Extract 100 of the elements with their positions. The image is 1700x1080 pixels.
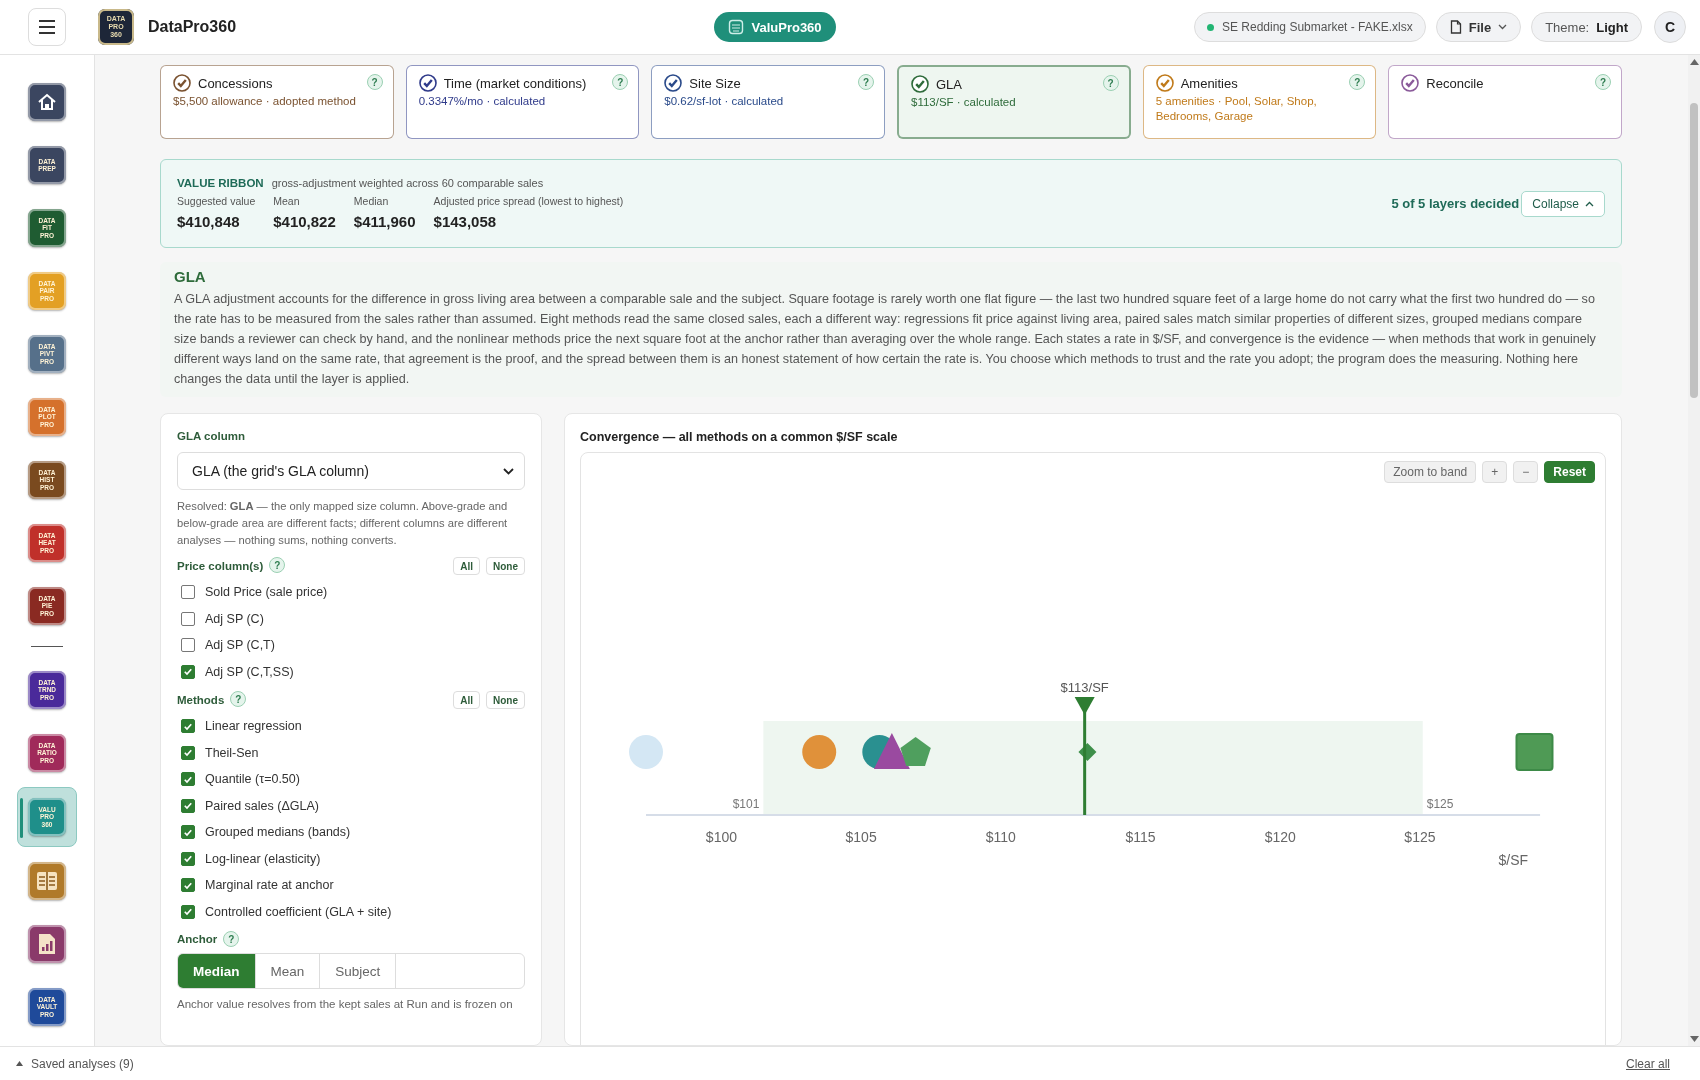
checkbox-label: Adj SP (C,T,SS)	[205, 664, 294, 679]
user-avatar[interactable]: C	[1654, 11, 1686, 43]
scroll-down-icon[interactable]	[1689, 1036, 1699, 1042]
column-select[interactable]: GLA (the grid's GLA column)	[177, 452, 525, 490]
file-menu-button[interactable]: File	[1435, 12, 1522, 42]
layer-title: GLA	[936, 76, 963, 92]
help-icon[interactable]: ?	[269, 557, 286, 573]
scroll-thumb[interactable]	[1690, 103, 1698, 398]
stat-label: Median	[353, 195, 390, 207]
checkbox[interactable]	[181, 904, 195, 919]
select-all-button[interactable]: All	[453, 691, 480, 709]
checkbox[interactable]	[181, 798, 195, 813]
checkbox-label: Quantile (τ=0.50)	[205, 772, 300, 787]
stat-value: $143,058	[433, 213, 498, 230]
layer-card[interactable]: Site Size ? $0.62/sf-lot · calculated	[651, 65, 885, 139]
checkbox[interactable]	[181, 745, 195, 760]
module-icon	[728, 19, 745, 35]
select-all-button[interactable]: All	[453, 557, 480, 575]
checkbox[interactable]	[181, 638, 195, 653]
resolved-note: Resolved: GLA — the only mapped size column. Above-grade and below-grade area are different facts; different columns are different analyses — nothing sums, nothing converts.	[177, 499, 509, 548]
layer-card[interactable]: Amenities ? 5 amenities · Pool, Solar, Shop, Bedrooms, Garage	[1142, 65, 1377, 139]
checkbox[interactable]	[181, 664, 195, 679]
checkbox[interactable]	[181, 585, 195, 600]
stat-label: Mean	[273, 195, 301, 207]
axis-label: $/SF	[1498, 852, 1529, 868]
stat-value: $410,848	[177, 213, 241, 230]
home-icon[interactable]	[28, 83, 66, 121]
group-label: Methods	[177, 694, 225, 706]
help-icon[interactable]: ?	[1349, 74, 1366, 90]
help-icon[interactable]: ?	[1102, 75, 1119, 91]
app-title: DataPro360	[148, 18, 237, 36]
module-button[interactable]: ValuPro360	[714, 12, 836, 42]
checkbox-label: Grouped medians (bands)	[205, 825, 351, 840]
chart-title: Convergence — all methods on a common $/SF scale	[580, 430, 899, 444]
help-icon[interactable]: ?	[230, 691, 247, 707]
chart-tool-button[interactable]: +	[1482, 461, 1508, 483]
scrollbar[interactable]	[1688, 55, 1700, 1046]
menu-icon	[38, 20, 56, 34]
checkbox[interactable]	[181, 611, 195, 626]
segment-option[interactable]: Median	[178, 954, 256, 988]
layer-card[interactable]: Concessions ? $5,500 allowance · adopted method	[160, 65, 394, 139]
checkbox-label: Linear regression	[205, 719, 302, 734]
tick-label: $120	[1264, 829, 1296, 845]
checkbox[interactable]	[181, 772, 195, 787]
group-label: Price column(s)	[177, 560, 264, 572]
checkbox[interactable]	[181, 825, 195, 840]
table-icon[interactable]	[28, 862, 66, 900]
help-icon[interactable]: ?	[612, 74, 629, 90]
theme-button[interactable]: Theme: Light	[1531, 12, 1642, 42]
chart-tool-button[interactable]: −	[1513, 461, 1539, 483]
select-none-button[interactable]: None	[486, 691, 525, 709]
checkbox-label: Theil-Sen	[205, 745, 259, 760]
layer-title: Reconcile	[1426, 75, 1485, 91]
layer-summary: $5,500 allowance · adopted method	[173, 94, 357, 109]
checkbox-label: Controlled coefficient (GLA + site)	[205, 904, 392, 919]
layer-card[interactable]: Time (market conditions) ? 0.3347%/mo · calculated	[405, 65, 640, 139]
chart-tool-button[interactable]: Reset	[1544, 461, 1595, 483]
select-none-button[interactable]: None	[486, 557, 525, 575]
stat-label: Adjusted price spread (lowest to highest)	[433, 195, 624, 207]
checkbox-label: Marginal rate at anchor	[205, 878, 334, 893]
section-title: GLA	[174, 268, 207, 285]
clear-all-link[interactable]: Clear all	[1626, 1056, 1670, 1071]
caret-icon	[1585, 200, 1594, 207]
band-label: $125	[1426, 797, 1454, 811]
collapse-button[interactable]: Collapse	[1521, 190, 1605, 217]
file-chip[interactable]: SE Redding Submarket - FAKE.xlsx	[1194, 12, 1426, 42]
saved-analyses-toggle[interactable]: Saved analyses (9)	[31, 1056, 134, 1071]
stat-value: $410,822	[273, 213, 336, 230]
menu-button[interactable]	[28, 8, 66, 46]
tick-label: $100	[705, 829, 737, 845]
ribbon-subtitle: gross-adjustment weighted across 60 comparable sales	[271, 177, 544, 189]
scroll-up-icon[interactable]	[1689, 59, 1699, 65]
caret-icon	[1498, 24, 1508, 30]
checkbox[interactable]	[181, 878, 195, 893]
help-icon[interactable]: ?	[366, 74, 383, 90]
checkbox-label: Adj SP (C,T)	[205, 638, 275, 653]
help-icon[interactable]: ?	[858, 74, 874, 90]
checkbox[interactable]	[181, 851, 195, 866]
checkbox-label: Paired sales (ΔGLA)	[205, 798, 319, 813]
band-label: $101	[732, 797, 760, 811]
checkbox-label: Log-linear (elasticity)	[205, 851, 321, 866]
document-icon	[1449, 20, 1462, 34]
tick-label: $105	[845, 829, 877, 845]
layers-status: 5 of 5 layers decided	[1391, 196, 1520, 211]
chevron-icon	[503, 467, 514, 475]
section-description: A GLA adjustment accounts for the difference in gross living area between a comparable sale and the subject. Square footage is rarely worth one flat figure — the last two hundred square feet of a large home do not carry what the first two hundred do — so the rate has to be measured from the sales rather than assumed. Eight methods read the same closed sales, each a different way: regressions fit price against living area, paired sales match similar properties of different sizes, grouped medians compare size bands a reviewer can check by hand, and the nonlinear methods price the next square foot at the anchor rather than averaging over the whole range. Each states a rate in $/SF, and convergence is the evidence — when methods that work in genuinely different ways land on the same rate, that agreement is the proof, and the spread between them is an honest statement of how certain the rate is. You choose which methods to trust and the rate you adopt; the program does the measuring. Nothing here changes the data until the layer is applied.	[174, 291, 1597, 388]
selection-indicator	[20, 798, 23, 838]
stat-value: $411,960	[353, 213, 416, 230]
checkbox-label: Sold Price (sale price)	[205, 585, 328, 600]
checkbox[interactable]	[181, 719, 195, 734]
tick-label: $110	[985, 829, 1016, 845]
layer-card[interactable]: Reconcile ?	[1388, 65, 1622, 139]
report-icon[interactable]	[28, 925, 66, 963]
help-icon[interactable]: ?	[1595, 74, 1611, 90]
help-icon[interactable]: ?	[223, 931, 240, 947]
marker-label: $113/SF	[1060, 680, 1109, 695]
chart-tool-button[interactable]: Zoom to band	[1384, 461, 1477, 483]
group-label: Anchor	[177, 933, 218, 945]
layer-card[interactable]: GLA ? $113/SF · calculated	[897, 65, 1131, 139]
ribbon-title: VALUE RIBBON	[177, 177, 264, 189]
